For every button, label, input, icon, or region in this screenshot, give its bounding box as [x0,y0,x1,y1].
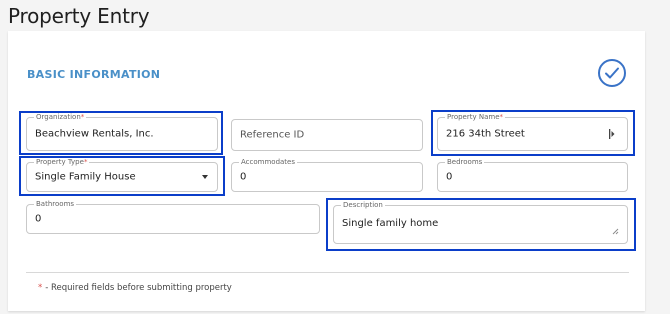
submit-check-button[interactable] [598,59,626,87]
accommodates-field[interactable]: Accommodates 0 [231,157,423,192]
text-cursor-icon [609,129,615,139]
required-fields-note: * - Required fields before submitting pro… [38,283,232,293]
reference-id-placeholder: Reference ID [240,129,305,141]
property-name-label: Property Name* [445,112,505,122]
bathrooms-value: 0 [35,213,42,225]
property-name-value: 216 34th Street [446,128,525,140]
required-star: * [38,283,43,293]
property-type-value: Single Family House [35,171,136,183]
description-label: Description [341,200,385,210]
property-type-select[interactable]: Property Type* Single Family House [26,157,218,192]
bathrooms-label: Bathrooms [34,199,77,209]
bathrooms-field[interactable]: Bathrooms 0 [26,199,320,234]
check-circle-icon [605,67,619,79]
divider [26,272,629,273]
bedrooms-value: 0 [446,171,453,183]
organization-label: Organization* [34,112,87,122]
bedrooms-label: Bedrooms [445,157,485,167]
section-title: BASIC INFORMATION [27,68,161,81]
description-textarea[interactable]: Description Single family home [333,200,628,244]
organization-field[interactable]: Organization* Beachview Rentals, Inc. [26,112,218,151]
property-name-field[interactable]: Property Name* 216 34th Street [437,112,628,151]
page-title: Property Entry [8,4,150,28]
property-type-label: Property Type* [34,157,90,167]
resize-handle-icon[interactable] [612,228,619,235]
chevron-down-icon [202,175,208,179]
organization-value: Beachview Rentals, Inc. [35,128,154,140]
accommodates-label: Accommodates [239,157,297,167]
description-value: Single family home [342,218,439,229]
required-note-text: - Required fields before submitting prop… [45,283,232,293]
bedrooms-field[interactable]: Bedrooms 0 [437,157,628,192]
reference-id-field[interactable]: Reference ID [231,119,423,151]
accommodates-value: 0 [240,171,247,183]
